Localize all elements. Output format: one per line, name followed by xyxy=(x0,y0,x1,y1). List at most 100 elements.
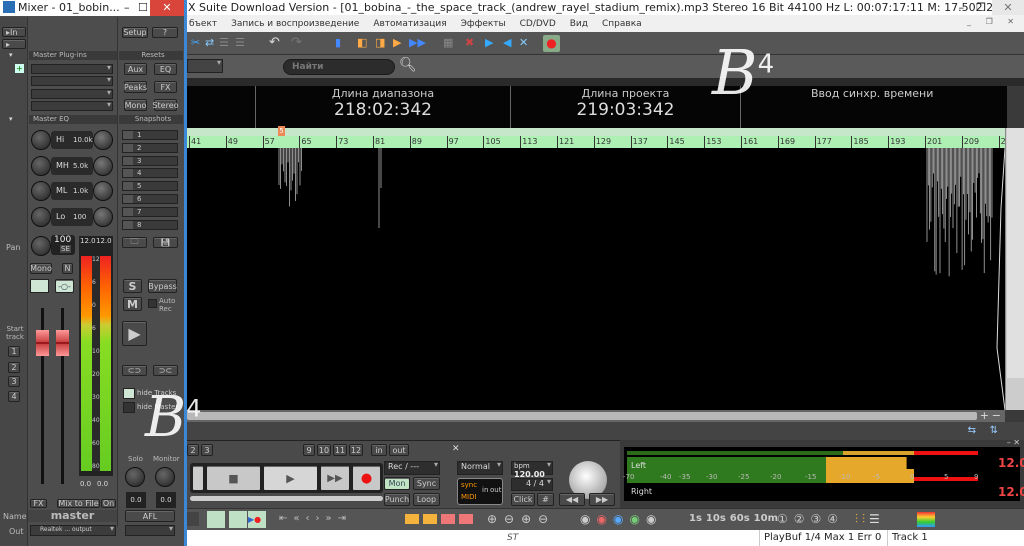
zoom-60s[interactable]: 60s xyxy=(730,513,750,524)
object-dropdown[interactable] xyxy=(187,58,223,73)
record-button[interactable]: ● xyxy=(352,465,381,491)
track-tab[interactable]: 12 xyxy=(349,444,363,456)
track-tab-in[interactable]: in xyxy=(371,444,387,456)
zoom-10s[interactable]: 10s xyxy=(706,513,726,524)
eq-gain-knob-mh[interactable] xyxy=(31,155,51,176)
vertical-zoom-icon[interactable]: ⇅ xyxy=(990,425,998,436)
zoom-out-icon[interactable]: − xyxy=(992,409,1001,422)
eq-gain-knob-lo[interactable] xyxy=(31,206,51,227)
remove-markers-icon[interactable]: ✕ xyxy=(519,37,528,48)
auto-rec-checkbox[interactable] xyxy=(148,299,157,308)
loop-button[interactable]: Loop xyxy=(413,493,440,506)
mon-button[interactable]: Mon xyxy=(384,477,410,490)
unlink-icon[interactable]: ⊃⊂ xyxy=(153,365,178,376)
track-tab[interactable]: 3 xyxy=(201,444,213,456)
grid-lock-button[interactable]: # xyxy=(537,493,554,506)
start-track-1[interactable]: 1 xyxy=(8,346,20,357)
mono-button[interactable]: Mono xyxy=(30,263,52,274)
snapshot-slot[interactable]: 7 xyxy=(122,206,178,217)
track-tab[interactable]: 9 xyxy=(303,444,315,456)
play-button[interactable]: ▶ xyxy=(263,465,318,491)
waveform-view[interactable] xyxy=(187,148,1005,410)
scroll-thumb[interactable] xyxy=(187,412,977,420)
hide-tracks-checkbox[interactable] xyxy=(123,388,135,399)
bypass-button[interactable]: Bypass xyxy=(148,279,177,293)
undo-icon[interactable]: ↶ xyxy=(269,36,280,49)
range-start-icon[interactable]: ◧ xyxy=(357,37,367,48)
dropdown[interactable] xyxy=(187,512,199,526)
help-button[interactable]: ? xyxy=(152,27,178,38)
snapshot-button[interactable] xyxy=(123,195,133,203)
save-icon[interactable]: 💾︎ xyxy=(153,237,178,248)
spectrum-icon[interactable] xyxy=(917,512,935,527)
start-track-2[interactable]: 2 xyxy=(8,362,20,373)
punch-button[interactable]: Punch xyxy=(384,493,410,506)
hide-master-checkbox[interactable] xyxy=(123,402,135,413)
collapse-icon[interactable]: ▾ xyxy=(9,52,13,59)
marker-start-icon[interactable]: ▮ xyxy=(335,37,341,48)
snapshot-icons[interactable]: ①②③④ xyxy=(777,512,844,526)
plugin-slot-4[interactable] xyxy=(31,100,113,111)
jog-forward-button[interactable]: ▶▶ xyxy=(589,493,615,506)
record-mode-dropdown[interactable]: Rec / --- xyxy=(384,460,440,475)
snapshot-button[interactable] xyxy=(123,220,133,229)
rewind-button[interactable] xyxy=(192,465,204,491)
solo-knob[interactable] xyxy=(125,467,145,487)
snapshot-button[interactable] xyxy=(123,131,133,139)
mixer-close-button[interactable]: ✕ xyxy=(150,0,184,16)
mix-to-file-button[interactable]: Mix to File xyxy=(57,499,100,508)
horizontal-zoom-icon[interactable]: ⇆ xyxy=(968,425,976,436)
afl-button[interactable]: AFL xyxy=(125,510,175,522)
reset-mono-button[interactable]: Mono xyxy=(124,99,147,111)
playback-mode-dropdown[interactable]: Normal xyxy=(457,460,503,475)
eq-freq-knob-mh[interactable] xyxy=(93,155,113,176)
time-signature-dropdown[interactable]: 4 / 4 xyxy=(511,477,553,491)
reset-peaks-button[interactable]: Peaks xyxy=(124,81,147,93)
snapshot-button[interactable] xyxy=(123,143,133,152)
start-track-4[interactable]: 4 xyxy=(8,391,20,402)
mix-to-file-on-button[interactable]: On xyxy=(101,499,116,508)
reset-aux-button[interactable]: Aux xyxy=(124,63,147,75)
mdi-window-controls[interactable]: _ ❐ ✕ xyxy=(967,17,1020,26)
view-objects-icon[interactable] xyxy=(229,511,247,528)
setup-button[interactable]: Setup xyxy=(122,27,148,38)
split-icon[interactable]: ⇄ xyxy=(205,37,214,48)
output-device-dropdown[interactable]: Realtek ... output xyxy=(30,525,116,536)
stop-record-icon[interactable]: ● xyxy=(543,35,560,52)
waveform-zoom-icons[interactable]: ⫶⫶☰ xyxy=(855,512,884,527)
eq-freq-knob-lo[interactable] xyxy=(93,206,113,227)
navigation-icons[interactable]: ⇤«‹›»⇥ xyxy=(279,513,352,524)
master-plugins-header[interactable]: Master Plug-ins xyxy=(29,51,117,60)
eq-freq-knob-hi[interactable] xyxy=(93,130,113,150)
mixer-minimize-button[interactable]: – xyxy=(124,0,130,16)
snapshot-button[interactable] xyxy=(123,207,133,216)
eq-gain-knob-ml[interactable] xyxy=(31,181,51,201)
zoom-10m[interactable]: 10m xyxy=(754,513,778,524)
collapse-icon[interactable]: ▾ xyxy=(9,116,13,123)
jog-rewind-button[interactable]: ◀◀ xyxy=(559,493,585,506)
reset-stereo-button[interactable]: Stereo xyxy=(152,99,179,111)
master-eq-header[interactable]: Master EQ xyxy=(29,115,117,124)
menu-cd-dvd[interactable]: CD/DVD xyxy=(520,19,556,29)
link-left-button[interactable] xyxy=(30,279,49,293)
snapshot-slot[interactable]: 6 xyxy=(122,194,178,204)
link-icon[interactable]: ⊂⊃ xyxy=(122,365,147,376)
zoom-in-icon[interactable]: + xyxy=(980,409,989,422)
plugin-slot-1[interactable] xyxy=(31,63,113,74)
add-plugin-icon[interactable]: + xyxy=(15,64,24,73)
pan-knob[interactable] xyxy=(31,236,51,256)
mute-button[interactable]: M xyxy=(123,297,142,311)
menu-automation[interactable]: Автоматизация xyxy=(373,19,446,29)
track-tab[interactable]: 11 xyxy=(333,444,347,456)
link-right-button[interactable]: -○- xyxy=(55,279,74,293)
menu-view[interactable]: Вид xyxy=(570,19,588,29)
plugin-slot-3[interactable] xyxy=(31,88,113,99)
view-eye-icons[interactable]: ◉◉◉◉◉ xyxy=(580,512,662,526)
meter-window-controls[interactable]: – ✕ xyxy=(1007,438,1020,447)
open-folder-icon[interactable]: 🗀 xyxy=(122,237,147,248)
afl-output-dropdown[interactable] xyxy=(125,524,175,536)
n-button[interactable]: N xyxy=(62,263,73,274)
sync-button[interactable]: Sync xyxy=(413,477,440,490)
mixer-maximize-button[interactable]: ☐ xyxy=(138,0,148,16)
range-end-icon[interactable]: ◨ xyxy=(375,37,385,48)
